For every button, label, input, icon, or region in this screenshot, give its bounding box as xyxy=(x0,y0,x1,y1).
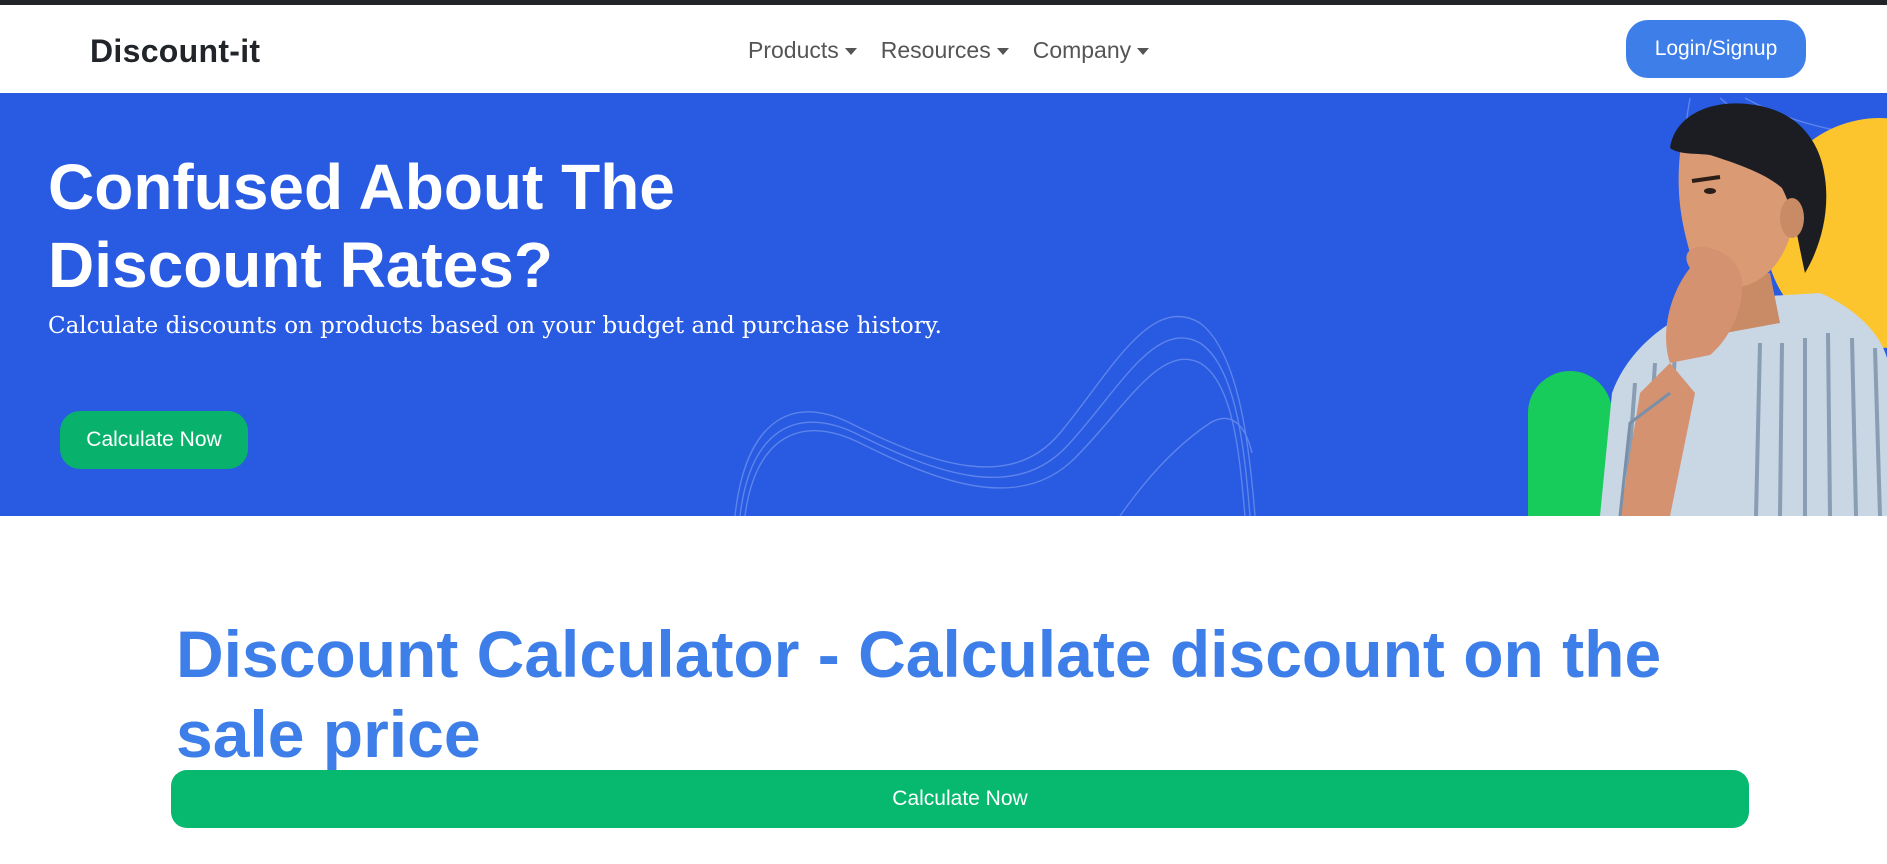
hero-title: Confused About The Discount Rates? xyxy=(48,148,808,304)
hero-banner: Confused About The Discount Rates? Calcu… xyxy=(0,93,1887,516)
nav-item-label: Company xyxy=(1032,37,1132,63)
caret-down-icon xyxy=(1137,48,1150,55)
thinking-man-illustration xyxy=(1528,103,1887,516)
calculator-title: Discount Calculator - Calculate discount… xyxy=(176,617,1662,772)
caret-down-icon xyxy=(844,48,857,55)
hero-title-line-1: Confused About The xyxy=(48,151,675,223)
caret-down-icon xyxy=(996,48,1009,55)
nav-item-label: Products xyxy=(748,37,839,63)
navbar: Discount-it Products Resources Company L… xyxy=(0,5,1887,93)
hero-title-line-2: Discount Rates? xyxy=(48,229,553,301)
main-nav: Products Resources Company xyxy=(748,37,1150,64)
nav-item-label: Resources xyxy=(880,37,991,63)
nav-item-resources[interactable]: Resources xyxy=(881,37,1009,64)
hero-subtitle: Calculate discounts on products based on… xyxy=(48,313,942,339)
calculate-now-button[interactable]: Calculate Now xyxy=(171,770,1749,828)
brand-logo[interactable]: Discount-it xyxy=(90,33,260,70)
nav-item-products[interactable]: Products xyxy=(748,37,857,64)
login-signup-button[interactable]: Login/Signup xyxy=(1626,20,1806,78)
hero-calculate-now-button[interactable]: Calculate Now xyxy=(60,411,248,469)
nav-item-company[interactable]: Company xyxy=(1032,37,1150,64)
